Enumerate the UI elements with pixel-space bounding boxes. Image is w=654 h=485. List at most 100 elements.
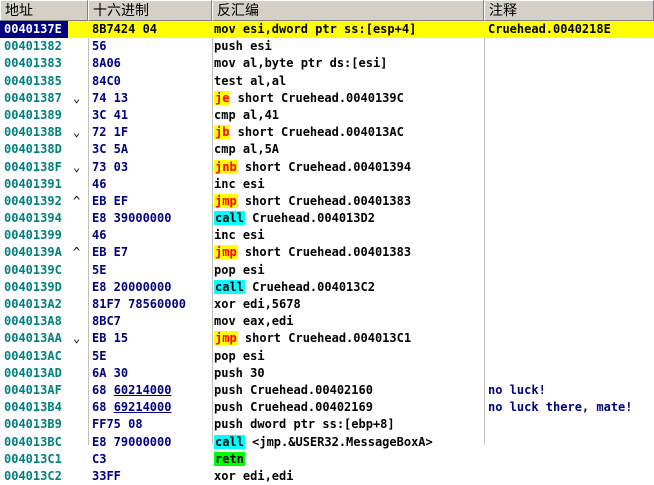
code-row[interactable]: 004013838A06mov al,byte ptr ds:[esi] [0, 55, 654, 72]
row-comment [488, 451, 654, 468]
code-row[interactable]: 0040138F⌄73 03jnb short Cruehead.0040139… [0, 159, 654, 176]
row-comment [488, 73, 654, 90]
row-comment [488, 330, 654, 347]
jump-arrow-icon: ⌄ [73, 124, 85, 141]
row-comment [488, 141, 654, 158]
row-comment [488, 193, 654, 210]
highlighted-mnemonic: je [214, 91, 230, 105]
jump-arrow-icon: ⌄ [73, 330, 85, 347]
code-row[interactable]: 004013AC 5E pop esi [0, 348, 654, 365]
row-disassembly: test al,al [214, 73, 484, 90]
code-row[interactable]: 004013AD6A 30push 30 [0, 365, 654, 382]
instruction-operands: short Cruehead.004013C1 [238, 331, 411, 345]
disassembly-listing[interactable]: 0040137E8B7424 04mov esi,dword ptr ss:[e… [0, 21, 654, 485]
code-row[interactable]: 0040138584C0test al,al [0, 73, 654, 90]
row-hex-bytes: FF75 08 [92, 416, 210, 433]
row-disassembly: mov esi,dword ptr ss:[esp+4] [214, 21, 484, 38]
code-row[interactable]: 004013B9FF75 08push dword ptr ss:[ebp+8] [0, 416, 654, 433]
row-address: 00401391 [0, 176, 68, 193]
row-comment [488, 210, 654, 227]
jump-arrow-icon [73, 141, 85, 158]
code-row[interactable]: 00401387⌄74 13je short Cruehead.0040139C [0, 90, 654, 107]
row-address: 00401387 [0, 90, 68, 107]
instruction-operands: <jmp.&USER32.MessageBoxA> [245, 435, 433, 449]
row-hex-bytes: 8BC7 [92, 313, 210, 330]
code-row[interactable]: 0040138D3C 5Acmp al,5A [0, 141, 654, 158]
header-disassembly[interactable]: 反汇编 [212, 0, 484, 20]
instruction-operands: push Cruehead.00402160 [214, 383, 373, 397]
code-row[interactable]: 00401394E8 39000000call Cruehead.004013D… [0, 210, 654, 227]
row-address: 004013AC [0, 348, 68, 365]
row-hex-bytes: 5E [92, 348, 210, 365]
instruction-operands: Cruehead.004013D2 [245, 211, 375, 225]
row-hex-bytes: 3C 41 [92, 107, 210, 124]
instruction-operands: short Cruehead.00401383 [238, 245, 411, 259]
row-hex-bytes: 5E [92, 262, 210, 279]
jump-arrow-icon [73, 365, 85, 382]
instruction-operands: pop esi [214, 349, 265, 363]
header-hex[interactable]: 十六进制 [88, 0, 212, 20]
code-row[interactable]: 0040137E8B7424 04mov esi,dword ptr ss:[e… [0, 21, 654, 38]
code-row[interactable]: 00401392^EB EFjmp short Cruehead.0040138… [0, 193, 654, 210]
row-disassembly: push dword ptr ss:[ebp+8] [214, 416, 484, 433]
instruction-operands: Cruehead.004013C2 [245, 280, 375, 294]
code-row[interactable]: 004013A88BC7mov eax,edi [0, 313, 654, 330]
row-address: 00401389 [0, 107, 68, 124]
row-comment [488, 365, 654, 382]
code-row[interactable]: 004013A281F7 78560000xor edi,5678 [0, 296, 654, 313]
code-row[interactable]: 0040139A^EB E7jmp short Cruehead.0040138… [0, 244, 654, 261]
code-row[interactable]: 004013AA⌄EB 15jmp short Cruehead.004013C… [0, 330, 654, 347]
jump-arrow-icon [73, 227, 85, 244]
row-address: 00401399 [0, 227, 68, 244]
code-row[interactable]: 0040138B⌄72 1Fjb short Cruehead.004013AC [0, 124, 654, 141]
row-comment: Cruehead.0040218E [488, 21, 654, 38]
row-address: 004013B4 [0, 399, 68, 416]
row-address: 00401382 [0, 38, 68, 55]
row-address: 004013C1 [0, 451, 68, 468]
code-row[interactable]: 0040139946inc esi [0, 227, 654, 244]
header-address[interactable]: 地址 [0, 0, 88, 20]
row-address: 004013BC [0, 434, 68, 451]
row-disassembly: push esi [214, 38, 484, 55]
code-row[interactable]: 004013AF68 60214000push Cruehead.0040216… [0, 382, 654, 399]
code-row[interactable]: 0040138256push esi [0, 38, 654, 55]
row-address: 0040139C [0, 262, 68, 279]
row-disassembly: xor edi,edi [214, 468, 484, 485]
row-address: 004013AA [0, 330, 68, 347]
code-row[interactable]: 0040139146inc esi [0, 176, 654, 193]
row-hex-bytes: EB E7 [92, 244, 210, 261]
code-row[interactable]: 0040139DE8 20000000call Cruehead.004013C… [0, 279, 654, 296]
code-row[interactable]: 0040139C5Epop esi [0, 262, 654, 279]
instruction-operands: xor edi,5678 [214, 297, 301, 311]
row-address: 00401385 [0, 73, 68, 90]
instruction-operands: mov esi,dword ptr ss:[esp+4] [214, 22, 416, 36]
jump-arrow-icon [73, 73, 85, 90]
jump-arrow-icon: ⌄ [73, 159, 85, 176]
row-disassembly: mov al,byte ptr ds:[esi] [214, 55, 484, 72]
code-row[interactable]: 004013BC E8 79000000call <jmp.&USER32.Mes… [0, 434, 654, 451]
row-disassembly: jmp short Cruehead.00401383 [214, 244, 484, 261]
instruction-operands: push 30 [214, 366, 265, 380]
highlighted-mnemonic: jb [214, 125, 230, 139]
row-disassembly: call <jmp.&USER32.MessageBoxA> [214, 434, 484, 451]
row-comment [488, 348, 654, 365]
row-hex-bytes: 46 [92, 176, 210, 193]
header-comment[interactable]: 注释 [484, 0, 654, 20]
row-disassembly: mov eax,edi [214, 313, 484, 330]
jump-arrow-icon [73, 348, 85, 365]
code-row[interactable]: 004013893C 41cmp al,41 [0, 107, 654, 124]
highlighted-mnemonic: jmp [214, 245, 238, 259]
instruction-operands: mov eax,edi [214, 314, 293, 328]
code-row[interactable]: 004013C233FFxor edi,edi [0, 468, 654, 485]
jump-arrow-icon [73, 38, 85, 55]
row-hex-bytes: 33FF [92, 468, 210, 485]
row-address: 0040139A [0, 244, 68, 261]
code-row[interactable]: 004013C1C3retn [0, 451, 654, 468]
instruction-operands: cmp al,5A [214, 142, 279, 156]
row-disassembly: push Cruehead.00402160 [214, 382, 484, 399]
jump-arrow-icon: ⌄ [73, 90, 85, 107]
code-row[interactable]: 004013B468 69214000push Cruehead.0040216… [0, 399, 654, 416]
row-comment [488, 176, 654, 193]
instruction-operands: push esi [214, 39, 272, 53]
row-hex-bytes: E8 79000000 [92, 434, 210, 451]
